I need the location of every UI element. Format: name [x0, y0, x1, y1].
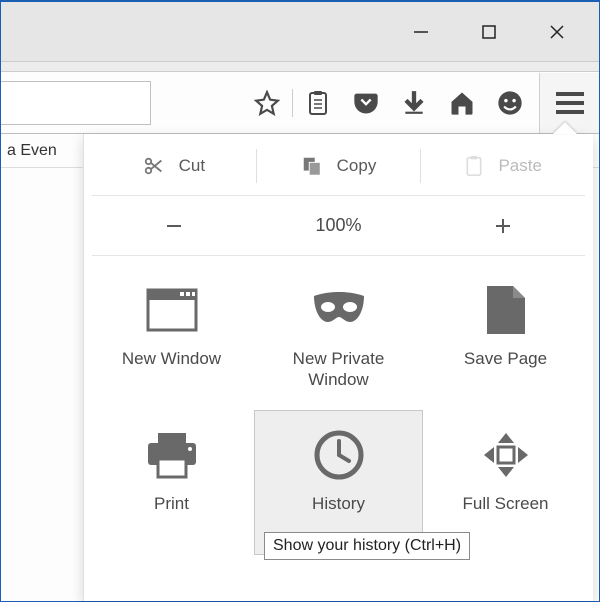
- zoom-level-text: 100%: [315, 215, 361, 236]
- cut-label: Cut: [179, 156, 205, 176]
- full-screen-label: Full Screen: [463, 493, 549, 514]
- history-tooltip: Show your history (Ctrl+H): [264, 532, 470, 560]
- url-bar[interactable]: [1, 81, 151, 125]
- zoom-row: 100%: [92, 196, 585, 256]
- zoom-in-button[interactable]: [421, 215, 585, 237]
- clock-icon: [309, 425, 369, 485]
- print-button[interactable]: Print: [88, 411, 255, 556]
- save-page-button[interactable]: Save Page: [422, 266, 589, 411]
- browser-window: a Even Cut Copy: [0, 0, 600, 602]
- copy-icon: [301, 155, 323, 177]
- content-area: a Even Cut Copy: [1, 134, 599, 601]
- save-page-label: Save Page: [464, 348, 547, 369]
- window-minimize-button[interactable]: [401, 12, 441, 52]
- page-icon: [476, 280, 536, 340]
- zoom-out-button[interactable]: [92, 215, 256, 237]
- home-icon[interactable]: [439, 80, 485, 126]
- window-close-button[interactable]: [537, 12, 577, 52]
- cut-button[interactable]: Cut: [92, 155, 256, 177]
- tooltip-text: Show your history (Ctrl+H): [273, 537, 461, 554]
- print-label: Print: [154, 493, 189, 514]
- clipboard-icon[interactable]: [295, 80, 341, 126]
- bookmark-star-icon[interactable]: [244, 80, 290, 126]
- main-toolbar: [1, 72, 599, 134]
- window-icon: [142, 280, 202, 340]
- downloads-icon[interactable]: [391, 80, 437, 126]
- new-window-label: New Window: [122, 348, 221, 369]
- bookmark-bar-text: a Even: [7, 142, 57, 160]
- tab-strip: [1, 62, 599, 72]
- menu-panel-arrow: [553, 122, 577, 134]
- fullscreen-icon: [476, 425, 536, 485]
- toolbar-separator: [292, 89, 293, 117]
- scissors-icon: [143, 155, 165, 177]
- window-titlebar: [1, 2, 599, 62]
- copy-button[interactable]: Copy: [257, 155, 421, 177]
- edit-row: Cut Copy Paste: [92, 136, 585, 196]
- zoom-level[interactable]: 100%: [256, 215, 420, 236]
- history-label: History: [312, 493, 365, 514]
- menu-panel: Cut Copy Paste: [83, 134, 593, 601]
- mask-icon: [309, 280, 369, 340]
- paste-label: Paste: [498, 156, 541, 176]
- window-maximize-button[interactable]: [469, 12, 509, 52]
- smiley-icon[interactable]: [487, 80, 533, 126]
- copy-label: Copy: [337, 156, 377, 176]
- pocket-icon[interactable]: [343, 80, 389, 126]
- printer-icon: [142, 425, 202, 485]
- paste-icon: [464, 155, 484, 177]
- menu-grid: New Window New Private Window Save Page: [88, 256, 589, 556]
- toolbar-actions: [244, 80, 533, 126]
- new-window-button[interactable]: New Window: [88, 266, 255, 411]
- paste-button[interactable]: Paste: [421, 155, 585, 177]
- new-private-label: New Private Window: [293, 348, 385, 391]
- new-private-window-button[interactable]: New Private Window: [255, 266, 422, 411]
